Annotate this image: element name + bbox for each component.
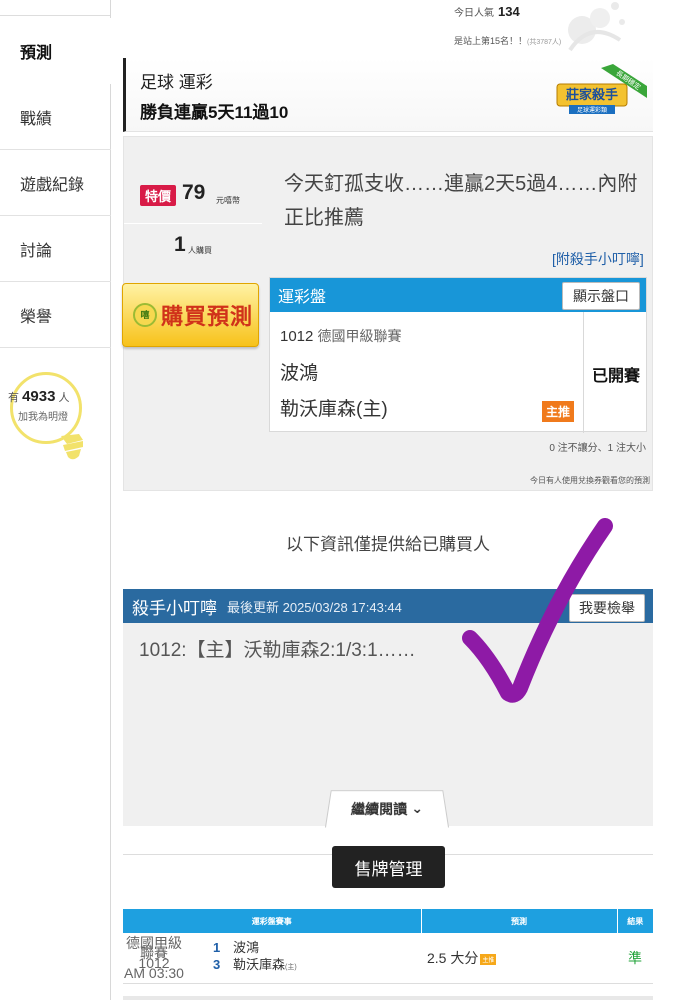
sidebar-item-discussion[interactable]: 討論 [0, 216, 111, 282]
odds-title: 運彩盤 [278, 289, 327, 306]
svg-text:莊家殺手: 莊家殺手 [566, 87, 618, 102]
last-updated: 最後更新 2025/03/28 17:43:44 [227, 599, 402, 615]
buy-prediction-label: 購買預測 [161, 304, 254, 329]
result-cell: 準 [617, 933, 653, 984]
predictor-header: 足球 運彩 勝負連贏5天11過10 莊家殺手 足球運彩類 長期穩定 [123, 58, 653, 132]
sidebar-top-divider [0, 0, 110, 16]
category-title: 足球 運彩 [140, 73, 213, 92]
column-header-result: 結果 [617, 909, 653, 933]
buyer-count: 1 [174, 233, 186, 256]
special-price-badge: 特價 [140, 185, 177, 206]
buy-prediction-button[interactable]: 嘻 購買預測 [122, 283, 259, 347]
sidebar-item-game-log[interactable]: 遊戲紀錄 [0, 150, 111, 216]
streak-title: 勝負連贏5天11過10 [140, 103, 289, 122]
bet-count-note: 0 注不讓分、1 注大小 [549, 443, 646, 454]
sidebar-item-predict[interactable]: 預測 [0, 18, 111, 84]
main-pick-tag: 主推 [542, 401, 575, 422]
sales-management-button[interactable]: 售牌管理 [332, 846, 445, 888]
divider [124, 223, 262, 224]
away-team: 波鴻 [280, 363, 319, 384]
bookie-killer-badge-icon: 莊家殺手 足球運彩類 長期穩定 [556, 64, 647, 114]
checkmark-icon [462, 518, 613, 703]
show-odds-button[interactable]: 顯示盤口 [562, 282, 640, 310]
odds-header: 運彩盤 顯示盤口 [270, 278, 646, 312]
tip-text: 1012:【主】沃勒庫森2:1/3:1…… [139, 640, 416, 661]
price-value: 79 [182, 181, 206, 204]
page: 預測 戰績 遊戲紀錄 討論 榮譽 有 4933 人 加我為明燈 今日人氣 134 … [0, 0, 687, 1000]
lightbulb-base-icon [61, 434, 83, 460]
fans-count: 有 4933 人 [8, 388, 70, 405]
coin-icon: 嘻 [133, 303, 157, 327]
follow-lightbulb[interactable]: 有 4933 人 加我為明燈 [6, 372, 83, 464]
decoration-splash-icon [568, 2, 625, 52]
main-pick-tag: 主推 [480, 953, 497, 965]
prediction-cell: 2.5 大分 主推 [421, 933, 617, 984]
odds-box: 運彩盤 顯示盤口 1012 德國甲級聯賽 波鴻 勒沃庫森(主) 主推 已開賽 [269, 277, 647, 433]
continue-reading-button[interactable]: 繼續閱讀 ⌄ [324, 790, 450, 828]
prediction-headline: 今天釘孤支收……連贏2天5過4……內附正比推薦 [284, 173, 638, 229]
today-popularity: 今日人氣 134 [454, 4, 520, 19]
buyer-unit: 人購買 [188, 246, 212, 255]
fans-cta: 加我為明燈 [18, 412, 68, 423]
teams-cell: 1 波鴻 3 勒沃庫森(主) [185, 933, 421, 984]
bottom-divider [123, 996, 653, 1000]
coupon-note: 今日有人使用兌換券觀看您的預測 [530, 476, 650, 485]
column-header-prediction: 預測 [421, 909, 618, 933]
sidebar: 預測 戰績 遊戲紀錄 討論 榮譽 有 4933 人 加我為明燈 [0, 0, 111, 1000]
table-row: 德國甲級聯賽 1012 AM 03:30 1 波鴻 3 勒沃庫森(主) 2.5 大分… [123, 933, 653, 984]
price-unit: 元嘻幣 [216, 196, 240, 205]
results-table: 運彩盤賽事 預測 結果 德國甲級聯賽 1012 AM 03:30 1 波鴻 3 勒沃… [123, 909, 653, 984]
prediction-panel: 特價 79 元嘻幣 1 人購買 嘻 購買預測 今天釘孤支收……連贏2天5過4……… [122, 136, 653, 491]
sidebar-item-honor[interactable]: 榮譽 [0, 282, 111, 348]
table-header-row: 運彩盤賽事 預測 結果 [123, 909, 653, 933]
home-team: 勒沃庫森(主) [280, 399, 388, 420]
killer-tip-link[interactable]: [附殺手小叮嚀] [552, 249, 644, 269]
tip-title: 殺手小叮嚀 [132, 598, 217, 618]
column-header-match: 運彩盤賽事 [123, 909, 422, 933]
league-cell: 德國甲級聯賽 1012 AM 03:30 [123, 933, 185, 984]
divider [583, 312, 584, 433]
sidebar-item-record[interactable]: 戰績 [0, 84, 111, 150]
match-status: 已開賽 [592, 368, 641, 385]
odds-body: 1012 德國甲級聯賽 波鴻 勒沃庫森(主) 主推 已開賽 [270, 312, 646, 433]
svg-text:足球運彩類: 足球運彩類 [577, 106, 607, 114]
match-number: 1012 德國甲級聯賽 [280, 328, 402, 345]
chevron-down-icon: ⌄ [410, 800, 424, 816]
site-rank: 是站上第15名！！(共3787人) [454, 36, 562, 46]
league-name: 德國甲級聯賽 [317, 328, 402, 344]
